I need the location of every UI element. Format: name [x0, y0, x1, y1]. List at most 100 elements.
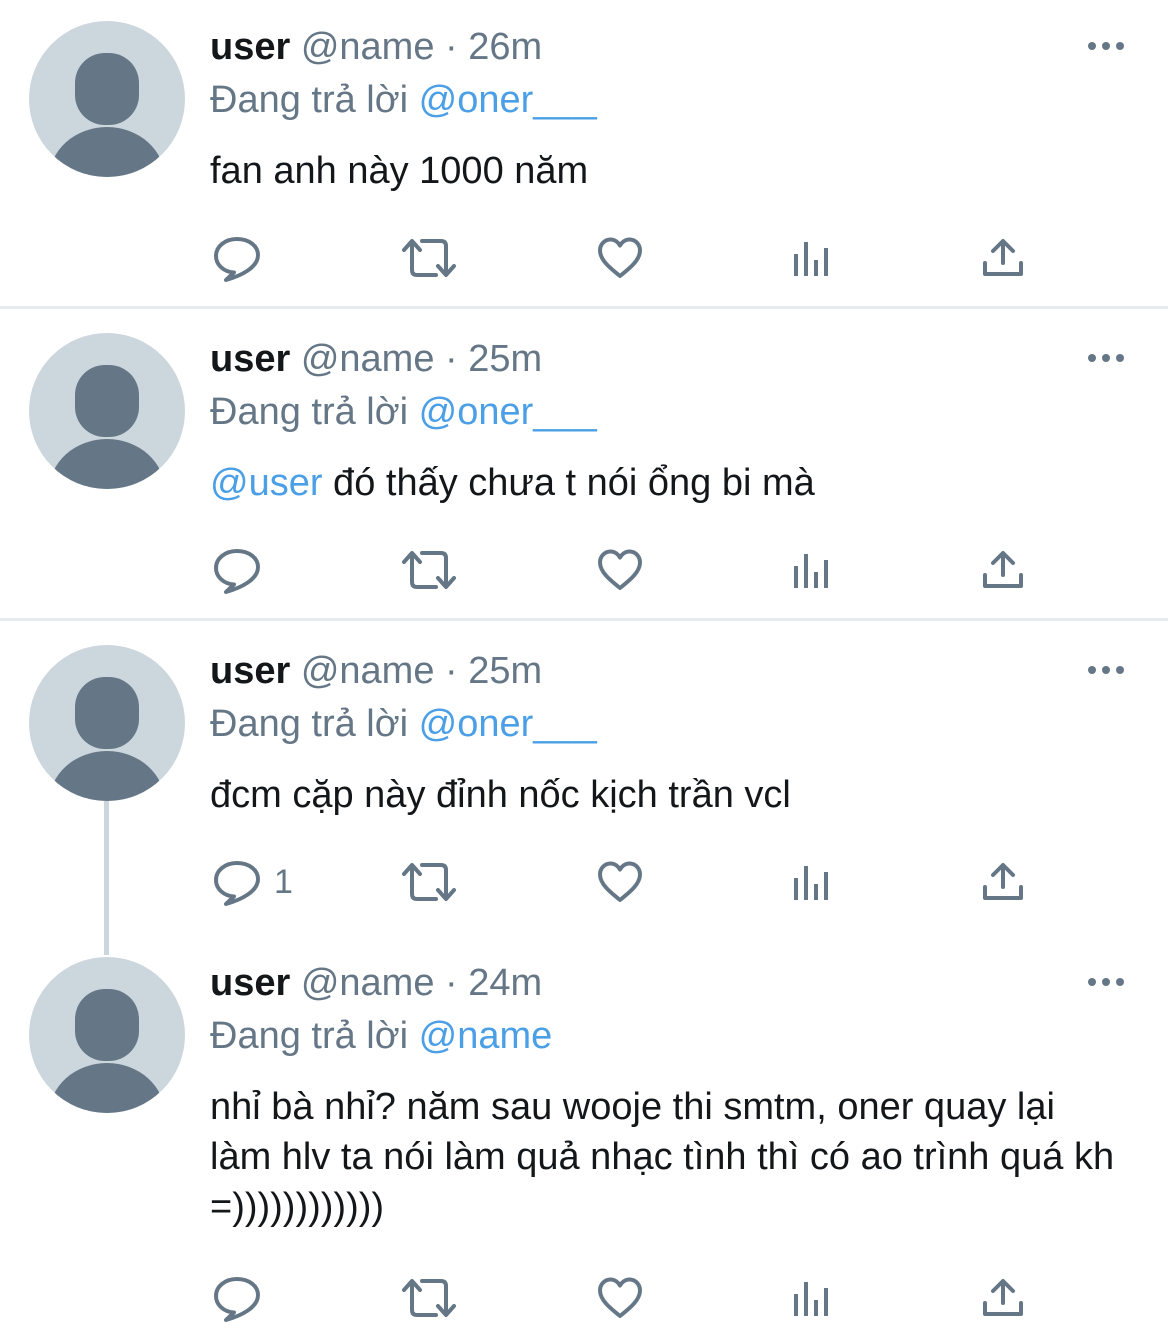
replying-prefix: Đang trả lời: [210, 703, 409, 745]
separator: ·: [445, 650, 458, 692]
retweet-icon: [402, 239, 456, 277]
timestamp[interactable]: 26m: [468, 26, 542, 68]
reply-bubble-icon: [214, 1277, 260, 1322]
tweet-text: đcm cặp này đỉnh nốc kịch trần vcl: [210, 770, 1140, 820]
replying-to-link[interactable]: @oner___: [419, 703, 597, 745]
separator: ·: [445, 962, 458, 1004]
share-upload-icon: [983, 551, 1023, 588]
tweet-text: @user đó thấy chưa t nói ổng bi mà: [210, 458, 1140, 508]
tweet-body: đcm cặp này đỉnh nốc kịch trần vcl: [210, 774, 791, 816]
analytics-button[interactable]: [792, 1272, 832, 1324]
default-avatar-icon: [49, 677, 165, 801]
reply-count: 1: [274, 862, 293, 901]
handle[interactable]: @name: [301, 26, 435, 68]
analytics-button[interactable]: [792, 856, 832, 908]
heart-icon: [598, 549, 642, 590]
retweet-button[interactable]: [400, 856, 458, 908]
timestamp[interactable]: 25m: [468, 650, 542, 692]
more-dots-icon[interactable]: [1086, 345, 1126, 371]
replying-prefix: Đang trả lời: [210, 1015, 409, 1057]
tweet-text: nhỉ bà nhỉ? năm sau wooje thi smtm, oner…: [210, 1082, 1125, 1232]
heart-icon: [598, 861, 642, 902]
tweet-header: user @name · 25m: [210, 336, 542, 382]
reply-bubble-icon: [214, 549, 260, 594]
like-button[interactable]: [596, 232, 644, 284]
reply-button[interactable]: [212, 232, 274, 284]
replying-prefix: Đang trả lời: [210, 391, 409, 433]
analytics-bars-icon: [794, 866, 828, 900]
heart-icon: [598, 237, 642, 278]
analytics-bars-icon: [794, 242, 828, 276]
tweet-header: user @name · 25m: [210, 648, 542, 694]
tweet[interactable]: user @name · 24m Đang trả lời @name nhỉ …: [0, 936, 1168, 1343]
default-avatar-icon: [49, 53, 165, 177]
tweet-header: user @name · 26m: [210, 24, 542, 70]
replying-to: Đang trả lời @name: [210, 1013, 552, 1059]
reply-bubble-icon: [214, 861, 260, 906]
display-name[interactable]: user: [210, 26, 290, 68]
replying-to: Đang trả lời @oner___: [210, 701, 597, 747]
timestamp[interactable]: 25m: [468, 338, 542, 380]
share-button[interactable]: [982, 856, 1024, 908]
tweet-text: fan anh này 1000 năm: [210, 146, 1140, 196]
tweet-divider: [0, 618, 1168, 621]
display-name[interactable]: user: [210, 962, 290, 1004]
retweet-icon: [402, 551, 456, 589]
tweet-header: user @name · 24m: [210, 960, 542, 1006]
tweet[interactable]: user @name · 26m Đang trả lời @oner___ f…: [0, 0, 1168, 306]
separator: ·: [445, 26, 458, 68]
analytics-bars-icon: [794, 1282, 828, 1316]
share-upload-icon: [983, 1279, 1023, 1316]
tweet-body: fan anh này 1000 năm: [210, 150, 589, 192]
replying-to-link[interactable]: @name: [419, 1015, 553, 1057]
analytics-bars-icon: [794, 554, 828, 588]
retweet-button[interactable]: [400, 1272, 458, 1324]
retweet-button[interactable]: [400, 232, 458, 284]
tweet[interactable]: user @name · 25m Đang trả lời @oner___ đ…: [0, 624, 1168, 936]
more-dots-icon[interactable]: [1086, 33, 1126, 59]
replying-prefix: Đang trả lời: [210, 79, 409, 121]
like-button[interactable]: [596, 856, 644, 908]
avatar[interactable]: [29, 957, 185, 1113]
handle[interactable]: @name: [301, 962, 435, 1004]
retweet-button[interactable]: [400, 544, 458, 596]
reply-button[interactable]: [212, 1272, 274, 1324]
avatar[interactable]: [29, 333, 185, 489]
retweet-icon: [402, 1279, 456, 1317]
default-avatar-icon: [49, 989, 165, 1113]
handle[interactable]: @name: [301, 650, 435, 692]
reply-button[interactable]: [212, 544, 274, 596]
avatar[interactable]: [29, 645, 185, 801]
share-button[interactable]: [982, 544, 1024, 596]
share-upload-icon: [983, 863, 1023, 900]
tweet[interactable]: user @name · 25m Đang trả lời @oner___ @…: [0, 312, 1168, 618]
more-dots-icon[interactable]: [1086, 969, 1126, 995]
display-name[interactable]: user: [210, 338, 290, 380]
replying-to-link[interactable]: @oner___: [419, 391, 597, 433]
separator: ·: [445, 338, 458, 380]
share-upload-icon: [983, 239, 1023, 276]
avatar[interactable]: [29, 21, 185, 177]
default-avatar-icon: [49, 365, 165, 489]
replying-to: Đang trả lời @oner___: [210, 389, 597, 435]
tweet-body: đó thấy chưa t nói ổng bi mà: [322, 462, 815, 504]
reply-bubble-icon: [214, 237, 260, 282]
analytics-button[interactable]: [792, 232, 832, 284]
more-dots-icon[interactable]: [1086, 657, 1126, 683]
share-button[interactable]: [982, 1272, 1024, 1324]
mention-link[interactable]: @user: [210, 462, 323, 504]
reply-button[interactable]: 1: [212, 856, 293, 908]
heart-icon: [598, 1277, 642, 1318]
display-name[interactable]: user: [210, 650, 290, 692]
tweet-divider: [0, 306, 1168, 309]
replying-to: Đang trả lời @oner___: [210, 77, 597, 123]
share-button[interactable]: [982, 232, 1024, 284]
replying-to-link[interactable]: @oner___: [419, 79, 597, 121]
timestamp[interactable]: 24m: [468, 962, 542, 1004]
tweet-body: nhỉ bà nhỉ? năm sau wooje thi smtm, oner…: [210, 1086, 1115, 1228]
analytics-button[interactable]: [792, 544, 832, 596]
like-button[interactable]: [596, 1272, 644, 1324]
like-button[interactable]: [596, 544, 644, 596]
retweet-icon: [402, 863, 456, 901]
handle[interactable]: @name: [301, 338, 435, 380]
